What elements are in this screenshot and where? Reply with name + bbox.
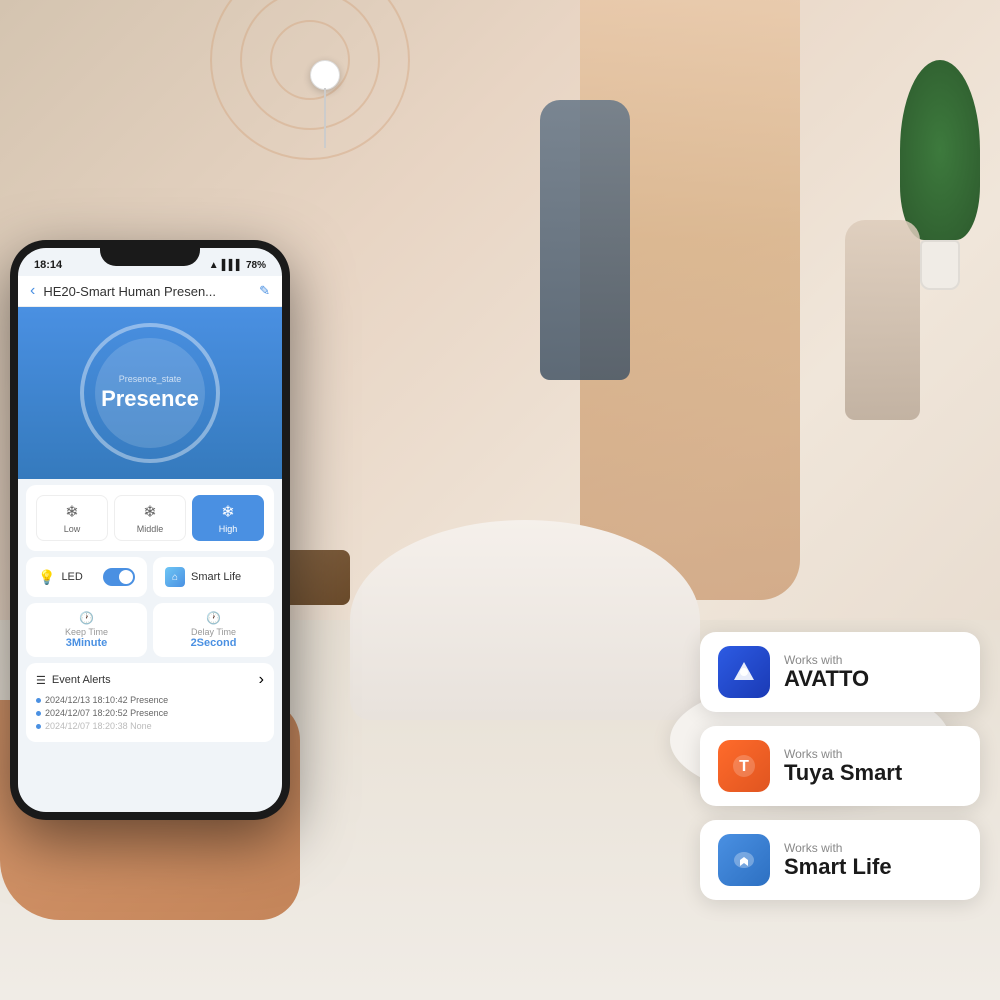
app-header: ‹ HE20-Smart Human Presen... ✎: [18, 276, 282, 307]
event-header: ☰ Event Alerts ›: [36, 671, 264, 689]
status-icons: ▲ ▌▌▌ 78%: [209, 260, 266, 271]
avatto-name: AVATTO: [784, 667, 869, 691]
badge-tuya: T Works with Tuya Smart: [700, 726, 980, 806]
time-row: 🕐 Keep Time 3Minute 🕐 Delay Time 2Second: [26, 603, 274, 657]
sensitivity-high[interactable]: ❄ High: [192, 495, 264, 541]
event-dot-2: [36, 711, 41, 716]
presence-circle-inner: Presence_state Presence: [95, 338, 205, 448]
badge-avatto: Works with AVATTO: [700, 632, 980, 712]
back-button[interactable]: ‹: [30, 282, 35, 300]
battery-display: 78%: [246, 260, 266, 271]
phone: 18:14 ▲ ▌▌▌ 78% ‹ HE20-Smart Human Prese…: [10, 240, 290, 820]
sofa-decor: [350, 520, 700, 720]
phone-notch: [100, 240, 200, 266]
sensitivity-middle-label: Middle: [137, 524, 164, 534]
presence-area: Presence_state Presence: [18, 307, 282, 479]
event-row-2: 2024/12/07 18:20:52 Presence: [36, 708, 264, 718]
smartlife-text: Works with Smart Life: [784, 841, 892, 879]
tuya-name: Tuya Smart: [784, 761, 902, 785]
event-alerts-title: Event Alerts: [52, 674, 111, 686]
menu-icon: ☰: [36, 674, 46, 687]
tuya-icon: T: [718, 740, 770, 792]
badge-cards: Works with AVATTO T Works with Tuya Smar…: [700, 632, 980, 900]
badge-smartlife: Works with Smart Life: [700, 820, 980, 900]
avatto-text: Works with AVATTO: [784, 653, 869, 691]
event-header-left: ☰ Event Alerts: [36, 674, 111, 687]
led-toggle[interactable]: [103, 568, 135, 586]
led-smart-row: 💡 LED ⌂ Smart Life: [26, 557, 274, 597]
sensitivity-options: ❄ Low ❄ Middle ❄ High: [36, 495, 264, 541]
presence-state-value: Presence: [101, 386, 199, 412]
keep-time-value: 3Minute: [66, 637, 108, 649]
person-1-decor: [540, 100, 630, 380]
led-card: 💡 LED: [26, 557, 147, 597]
smart-life-label: Smart Life: [191, 571, 241, 583]
presence-circle-outer: Presence_state Presence: [80, 323, 220, 463]
avatto-icon: [718, 646, 770, 698]
keep-time-label: Keep Time: [65, 627, 108, 637]
sensitivity-low-label: Low: [64, 524, 81, 534]
delay-time-card[interactable]: 🕐 Delay Time 2Second: [153, 603, 274, 657]
event-row-1: 2024/12/13 18:10:42 Presence: [36, 695, 264, 705]
hand-phone-container: 18:14 ▲ ▌▌▌ 78% ‹ HE20-Smart Human Prese…: [0, 240, 390, 920]
event-dot-1: [36, 698, 41, 703]
sensor-wire: [324, 88, 326, 148]
sensor-device: [310, 60, 340, 90]
smart-life-icon: ⌂: [165, 567, 185, 587]
sensitivity-low-icon: ❄: [65, 502, 78, 522]
avatto-works-with: Works with: [784, 653, 869, 667]
app-title: HE20-Smart Human Presen...: [43, 284, 251, 299]
tuya-works-with: Works with: [784, 747, 902, 761]
smartlife-name: Smart Life: [784, 855, 892, 879]
event-alerts: ☰ Event Alerts › 2024/12/13 18:10:42 Pre…: [26, 663, 274, 742]
sensitivity-high-icon: ❄: [221, 502, 234, 522]
keep-time-card[interactable]: 🕐 Keep Time 3Minute: [26, 603, 147, 657]
status-time: 18:14: [34, 259, 62, 271]
event-text-2: 2024/12/07 18:20:52 Presence: [45, 708, 168, 718]
delay-time-value: 2Second: [191, 637, 237, 649]
event-row-3: 2024/12/07 18:20:38 None: [36, 721, 264, 731]
delay-time-icon: 🕐: [206, 611, 221, 625]
tuya-text: Works with Tuya Smart: [784, 747, 902, 785]
led-icon: 💡: [38, 569, 55, 586]
signal-icon: ▌▌▌: [222, 260, 243, 271]
event-text-3: 2024/12/07 18:20:38 None: [45, 721, 152, 731]
sensitivity-middle[interactable]: ❄ Middle: [114, 495, 186, 541]
sensitivity-middle-icon: ❄: [143, 502, 156, 522]
smart-life-card[interactable]: ⌂ Smart Life: [153, 557, 274, 597]
wifi-icon: ▲: [209, 260, 219, 271]
sensitivity-low[interactable]: ❄ Low: [36, 495, 108, 541]
sensitivity-section: ❄ Low ❄ Middle ❄ High: [26, 485, 274, 551]
keep-time-icon: 🕐: [79, 611, 94, 625]
person-2-decor: [680, 200, 760, 420]
event-text-1: 2024/12/13 18:10:42 Presence: [45, 695, 168, 705]
phone-screen: 18:14 ▲ ▌▌▌ 78% ‹ HE20-Smart Human Prese…: [18, 248, 282, 812]
edit-button[interactable]: ✎: [259, 283, 270, 299]
person-3-decor: [845, 220, 920, 420]
event-dot-3: [36, 724, 41, 729]
smartlife-works-with: Works with: [784, 841, 892, 855]
led-label: LED: [61, 571, 97, 583]
chevron-right-icon[interactable]: ›: [259, 671, 264, 689]
svg-text:T: T: [739, 758, 749, 775]
presence-state-label: Presence_state: [119, 374, 182, 384]
sensitivity-high-label: High: [219, 524, 238, 534]
delay-time-label: Delay Time: [191, 627, 236, 637]
smartlife-icon: [718, 834, 770, 886]
